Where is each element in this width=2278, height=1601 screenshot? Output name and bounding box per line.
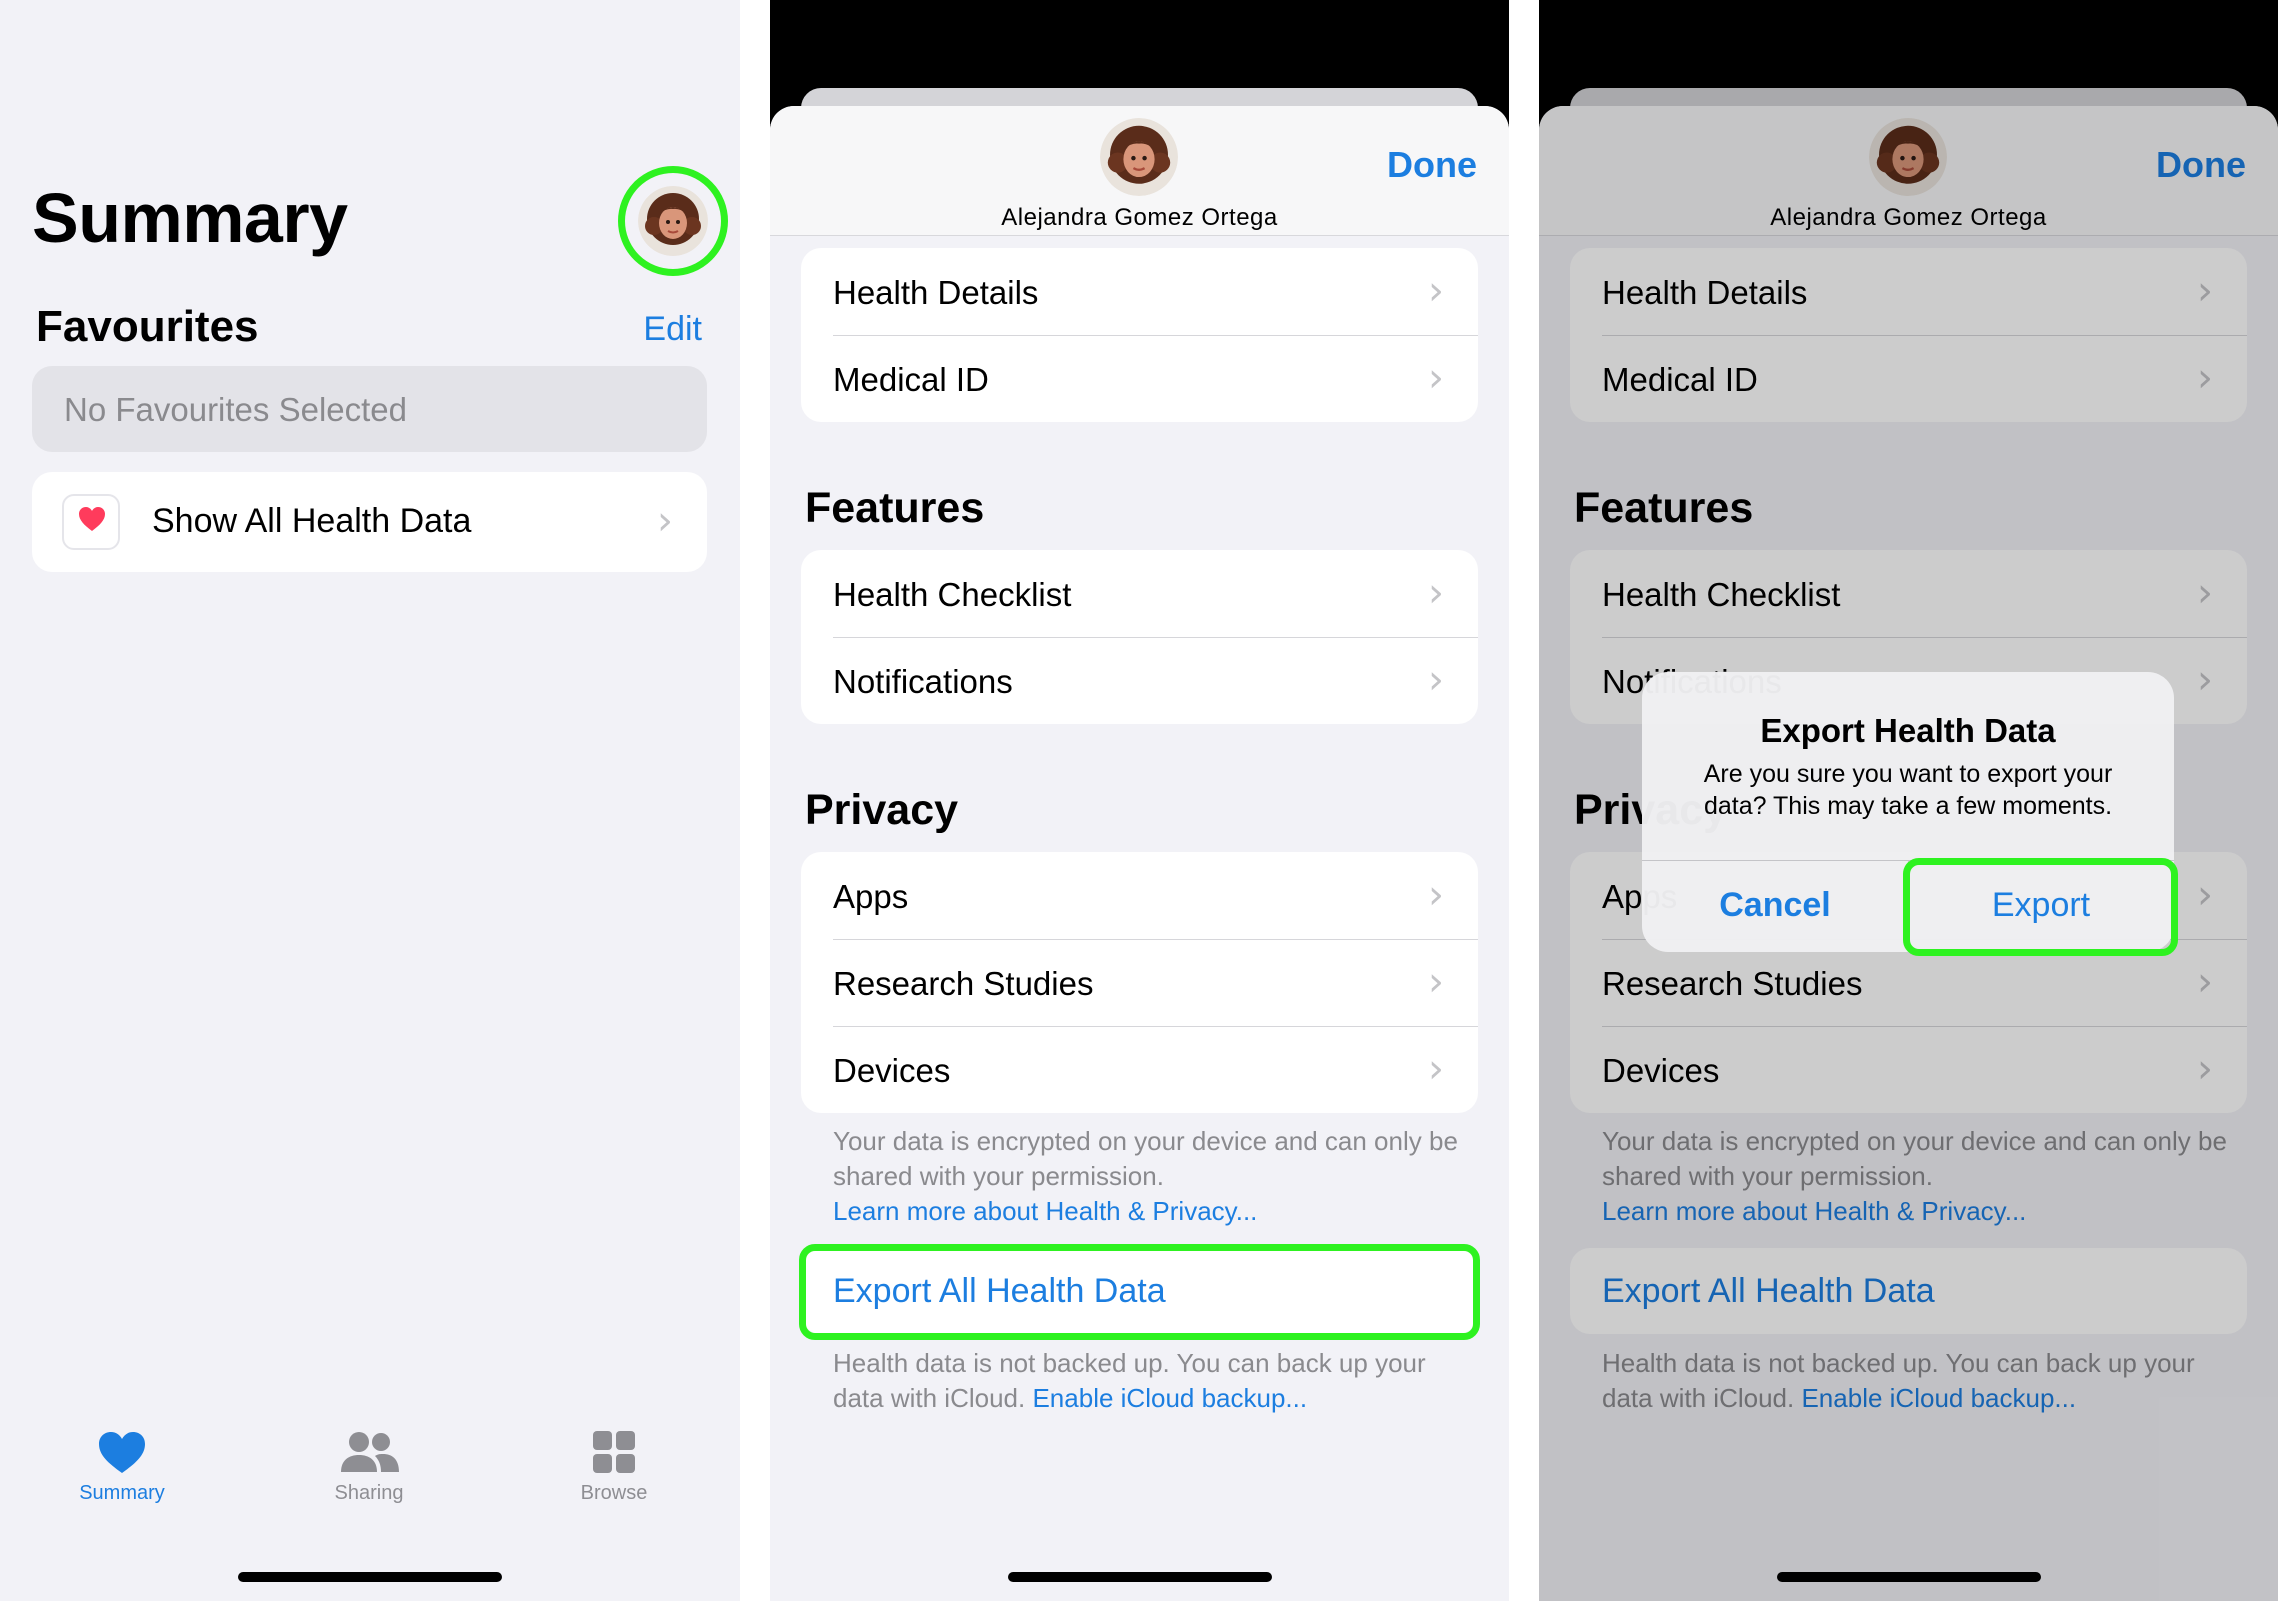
privacy-group: Apps › Research Studies › Devices ›: [801, 852, 1478, 1113]
row-label: Research Studies: [833, 965, 1094, 1002]
profile-screen: Done Alejandra Gomez Ortega Health Detai…: [770, 0, 1509, 1601]
row-label: Notifications: [833, 663, 1013, 700]
row-health-checklist[interactable]: Health Checklist ›: [801, 550, 1478, 637]
chevron-right-icon: ›: [1428, 355, 1444, 401]
chevron-right-icon: ›: [1428, 570, 1444, 616]
profile-name: Alejandra Gomez Ortega: [1001, 204, 1278, 231]
privacy-link[interactable]: Learn more about Health & Privacy...: [833, 1196, 1257, 1226]
home-indicator: [1007, 1572, 1272, 1582]
row-label: Health Checklist: [833, 576, 1072, 613]
row-research-studies[interactable]: Research Studies ›: [801, 939, 1478, 1026]
row-label: Health Details: [833, 274, 1039, 311]
tab-summary-label: Summary: [79, 1482, 165, 1504]
row-label: Medical ID: [833, 361, 989, 398]
tab-sharing[interactable]: Sharing: [289, 1430, 449, 1505]
row-label: Devices: [833, 1052, 951, 1089]
favourites-heading: Favourites: [36, 302, 259, 351]
chevron-right-icon: ›: [1428, 268, 1444, 314]
highlight-box: [1903, 858, 2178, 956]
privacy-note-text: Your data is encrypted on your device an…: [833, 1126, 1458, 1191]
row-label: Apps: [833, 878, 909, 915]
chevron-right-icon: ›: [1428, 872, 1444, 918]
alert-title: Export Health Data: [1760, 712, 2056, 749]
chevron-right-icon: ›: [657, 498, 673, 544]
tab-summary[interactable]: Summary: [42, 1430, 202, 1505]
chevron-right-icon: ›: [1428, 657, 1444, 703]
features-group: Health Checklist › Notifications ›: [801, 550, 1478, 724]
edit-button[interactable]: Edit: [643, 310, 702, 349]
health-app-icon: [62, 494, 120, 550]
row-apps[interactable]: Apps ›: [801, 852, 1478, 939]
cancel-button[interactable]: Cancel: [1642, 860, 1908, 952]
chevron-right-icon: ›: [1428, 1046, 1444, 1092]
row-medical-id[interactable]: Medical ID ›: [801, 335, 1478, 422]
privacy-heading: Privacy: [805, 786, 959, 834]
row-devices[interactable]: Devices ›: [801, 1026, 1478, 1113]
page-title: Summary: [32, 179, 348, 257]
tab-bar: Summary Sharing Browse: [0, 1430, 740, 1550]
row-health-details[interactable]: Health Details ›: [801, 248, 1478, 335]
chevron-right-icon: ›: [1428, 959, 1444, 1005]
privacy-footnote: Your data is encrypted on your device an…: [833, 1124, 1473, 1229]
features-heading: Features: [805, 484, 985, 532]
show-all-health-data-row[interactable]: Show All Health Data ›: [32, 472, 707, 572]
enable-icloud-backup-link[interactable]: Enable iCloud backup...: [1032, 1383, 1307, 1413]
export-alert-screen: Done Alejandra Gomez Ortega Health Detai…: [1539, 0, 2278, 1601]
tab-browse[interactable]: Browse: [534, 1430, 694, 1505]
done-button[interactable]: Done: [1387, 144, 1477, 186]
home-indicator: [238, 1572, 502, 1582]
avatar: [1100, 118, 1178, 196]
backup-footnote: Health data is not backed up. You can ba…: [833, 1346, 1473, 1416]
profile-sheet: Done Alejandra Gomez Ortega Health Detai…: [770, 106, 1509, 1601]
tab-sharing-label: Sharing: [334, 1482, 404, 1504]
alert-message: Are you sure you want to export your dat…: [1703, 760, 2113, 820]
heart-icon: [99, 1432, 145, 1473]
tab-browse-label: Browse: [580, 1482, 648, 1504]
avatar[interactable]: [638, 186, 708, 256]
health-group: Health Details › Medical ID ›: [801, 248, 1478, 422]
highlight-box: [799, 1244, 1480, 1340]
grid-icon: [593, 1431, 635, 1473]
row-notifications[interactable]: Notifications ›: [801, 637, 1478, 724]
summary-screen: Summary Favourites Edit No Favourites Se…: [0, 0, 740, 1601]
show-all-label: Show All Health Data: [152, 502, 472, 540]
people-icon: [341, 1432, 399, 1472]
no-favourites-placeholder: No Favourites Selected: [32, 366, 707, 452]
sheet-header: Done Alejandra Gomez Ortega: [770, 106, 1509, 236]
